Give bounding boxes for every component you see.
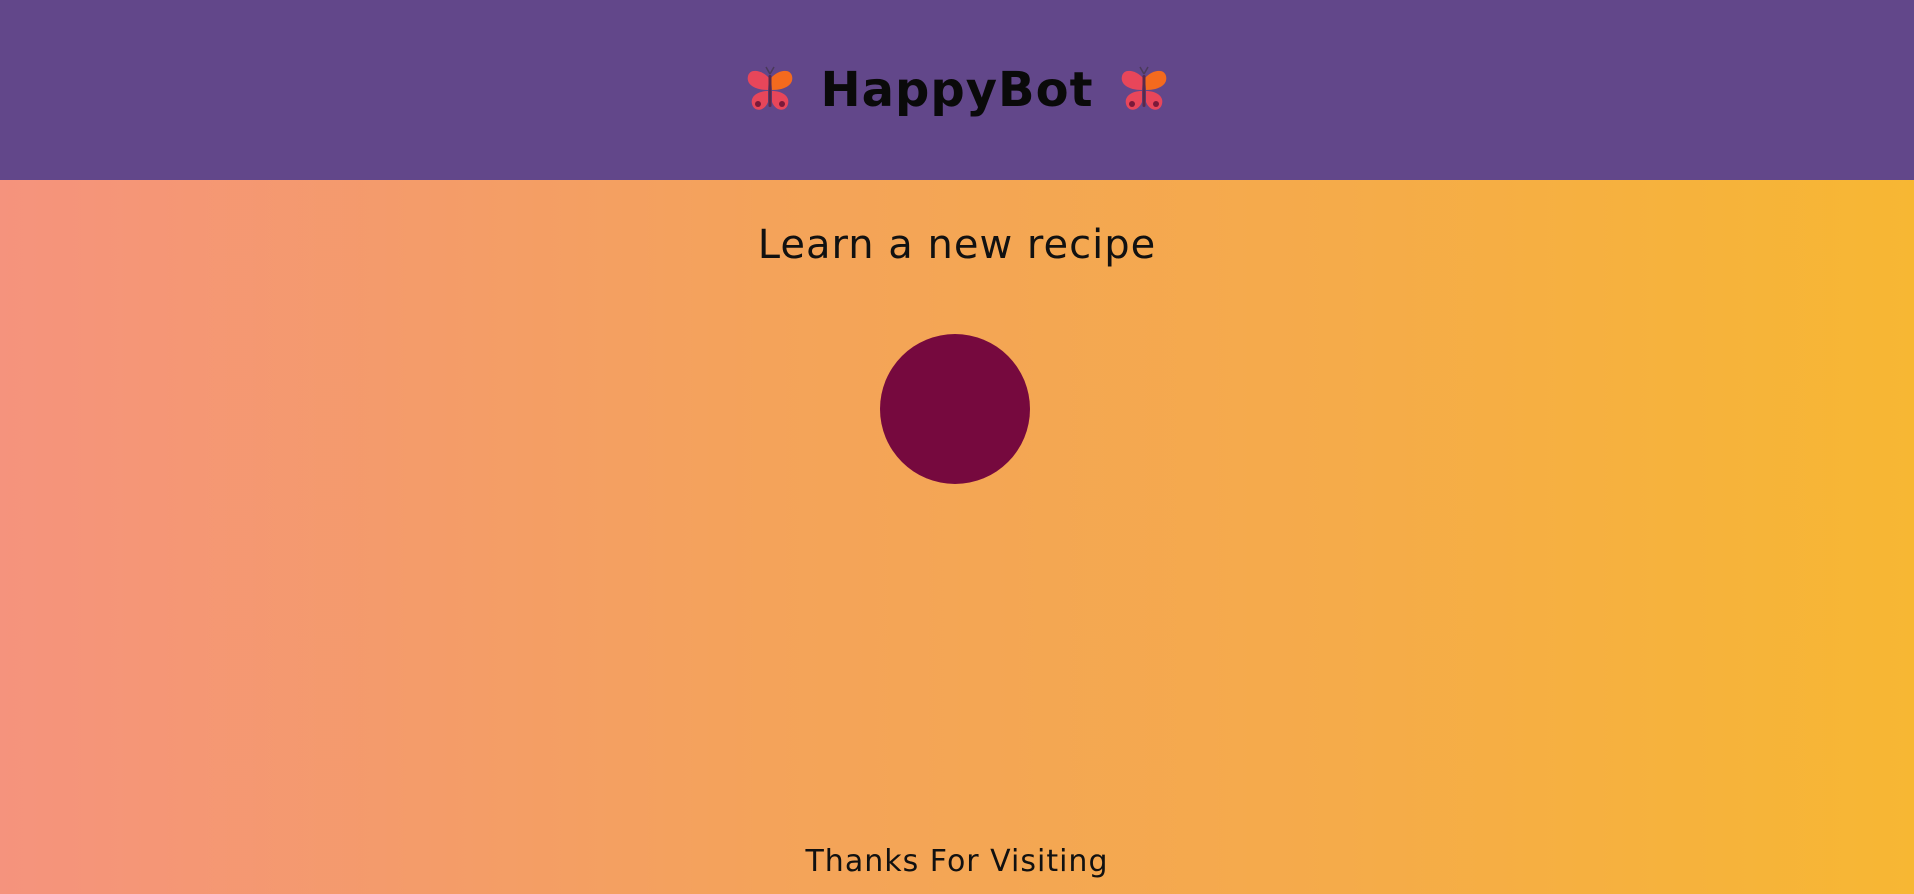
butterfly-icon: [748, 66, 793, 110]
recipe-circle-button[interactable]: [880, 334, 1030, 484]
butterfly-icon: [1121, 66, 1166, 110]
page-heading: Learn a new recipe: [757, 222, 1157, 268]
app-header: HappyBot: [0, 0, 1914, 180]
app-title: HappyBot: [820, 62, 1094, 118]
title-row: HappyBot: [744, 62, 1169, 118]
footer-text: Thanks For Visiting: [805, 844, 1109, 879]
